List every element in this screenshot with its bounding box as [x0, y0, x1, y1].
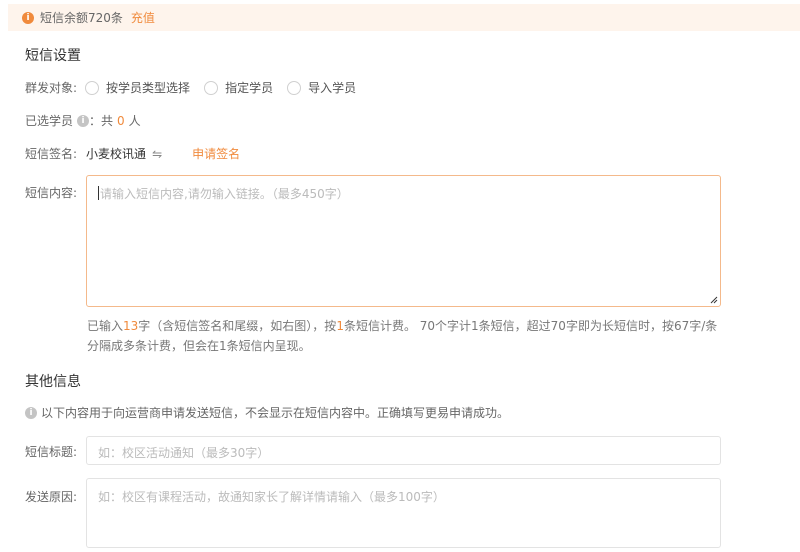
reason-textarea[interactable]: 如：校区有课程活动，故通知家长了解详情请输入（最多100字）: [86, 478, 721, 548]
other-info-title: 其他信息: [25, 374, 81, 390]
content-hint: 已输入13字（含短信签名和尾缀，如右图），按1条短信计费。 70个字计1条短信，…: [87, 319, 718, 353]
target-label: 群发对象:: [25, 81, 78, 95]
info-icon: i: [25, 406, 37, 419]
resize-handle-icon[interactable]: [710, 296, 718, 304]
radio-by-student-type[interactable]: 按学员类型选择: [85, 79, 190, 96]
content-label-row: 短信内容:: [25, 184, 77, 201]
sms-title-input[interactable]: 如：校区活动通知（最多30字）: [86, 436, 721, 465]
target-row: 群发对象: 按学员类型选择 指定学员 导入学员: [25, 79, 370, 96]
other-info-notice-text: 以下内容用于向运营商申请发送短信，不会显示在短信内容中。正确填写更易申请成功。: [41, 406, 510, 420]
selected-suffix: 人: [128, 114, 141, 128]
radio-circle[interactable]: [85, 80, 100, 95]
reason-label: 发送原因:: [25, 490, 78, 504]
radio-circle[interactable]: [204, 80, 219, 95]
hint-char-count: 13: [123, 319, 139, 333]
help-icon[interactable]: i: [77, 114, 90, 127]
selected-students-row: 已选学员 i ：共 0 人: [25, 112, 141, 129]
apply-signature-link[interactable]: 申请签名: [192, 145, 240, 162]
sms-balance-notice: i 短信余额720条 充值: [8, 4, 800, 31]
sms-content-placeholder: 请输入短信内容,请勿输入链接。（最多450字）: [100, 187, 349, 201]
sms-settings-title: 短信设置: [25, 48, 81, 64]
signature-value: 小麦校讯通: [86, 147, 147, 161]
info-icon: i: [22, 11, 34, 24]
radio-circle[interactable]: [287, 80, 302, 95]
sms-content-textarea[interactable]: 请输入短信内容,请勿输入链接。（最多450字）: [86, 175, 721, 307]
selected-prefix: ：共: [89, 114, 114, 128]
recharge-link[interactable]: 充值: [131, 9, 155, 26]
reason-placeholder: 如：校区有课程活动，故通知家长了解详情请输入（最多100字）: [98, 490, 445, 504]
text-caret: [98, 186, 99, 200]
reason-label-row: 发送原因:: [25, 488, 77, 505]
selected-students-label: 已选学员: [25, 114, 74, 128]
sms-balance-text: 短信余额720条: [40, 11, 123, 25]
swap-icon[interactable]: ⇋: [152, 147, 162, 161]
signature-label: 短信签名:: [25, 147, 78, 161]
sms-title-label-row: 短信标题:: [25, 443, 77, 460]
signature-row: 短信签名: 小麦校讯通 ⇋ 申请签名: [25, 145, 240, 162]
radio-specific-students[interactable]: 指定学员: [204, 79, 273, 96]
content-label: 短信内容:: [25, 186, 78, 200]
radio-import-students[interactable]: 导入学员: [287, 79, 356, 96]
selected-count: 0: [117, 113, 125, 128]
hint-sms-count: 1: [336, 319, 344, 333]
sms-title-placeholder: 如：校区活动通知（最多30字）: [98, 446, 270, 460]
other-info-notice: i 以下内容用于向运营商申请发送短信，不会显示在短信内容中。正确填写更易申请成功…: [25, 404, 509, 421]
sms-title-label: 短信标题:: [25, 445, 78, 459]
